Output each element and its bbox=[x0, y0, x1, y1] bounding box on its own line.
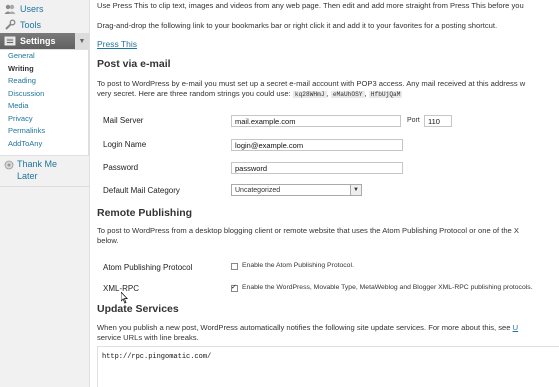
thank-me-later-icon bbox=[4, 160, 14, 170]
default-mail-category-select[interactable]: Uncategorized ▼ bbox=[231, 184, 362, 196]
update-services-heading: Update Services bbox=[97, 303, 179, 315]
menu-tools[interactable]: Tools bbox=[0, 16, 89, 33]
menu-users[interactable]: Users bbox=[0, 0, 89, 17]
post-via-email-desc-2: very secret. Here are three random strin… bbox=[97, 89, 403, 98]
submenu-item-addtoany[interactable]: AddToAny bbox=[0, 138, 88, 151]
dropdown-arrow-icon[interactable]: ▼ bbox=[350, 185, 361, 195]
users-icon bbox=[4, 3, 16, 15]
post-via-email-heading: Post via e-mail bbox=[97, 58, 171, 70]
mail-server-label: Mail Server bbox=[103, 116, 144, 125]
password-input[interactable]: password bbox=[231, 162, 403, 174]
ping-sites-textarea[interactable]: http://rpc.pingomatic.com/ bbox=[97, 346, 559, 387]
admin-sidebar: Users Tools Settings ▼ General Writing R… bbox=[0, 0, 90, 387]
remote-publishing-desc-1: To post to WordPress from a desktop blog… bbox=[97, 226, 519, 235]
ping-sites-value: http://rpc.pingomatic.com/ bbox=[102, 353, 212, 361]
remote-publishing-heading: Remote Publishing bbox=[97, 207, 193, 219]
menu-settings-label[interactable]: Settings bbox=[20, 36, 56, 46]
random-string-1: kq28WHmJ bbox=[292, 91, 327, 98]
thank-me-label-line2[interactable]: Later bbox=[17, 171, 38, 181]
update-services-link[interactable]: U bbox=[513, 323, 518, 332]
menu-users-label[interactable]: Users bbox=[20, 4, 44, 14]
settings-icon bbox=[4, 35, 16, 47]
sidebar-separator bbox=[0, 186, 89, 187]
update-services-desc-text: When you publish a new post, WordPress a… bbox=[97, 323, 511, 332]
thank-me-label-line1[interactable]: Thank Me bbox=[17, 159, 57, 169]
default-mail-category-value: Uncategorized bbox=[235, 187, 281, 194]
default-mail-category-label: Default Mail Category bbox=[103, 186, 180, 195]
update-services-desc-1: When you publish a new post, WordPress a… bbox=[97, 323, 518, 332]
submenu-item-reading[interactable]: Reading bbox=[0, 75, 88, 88]
submenu-item-discussion[interactable]: Discussion bbox=[0, 88, 88, 101]
port-label: Port bbox=[407, 117, 420, 124]
press-this-desc-1: Use Press This to clip text, images and … bbox=[97, 1, 524, 10]
xml-rpc-checkbox[interactable] bbox=[231, 283, 238, 292]
submenu-item-writing[interactable]: Writing bbox=[0, 63, 88, 76]
mouse-cursor-icon bbox=[121, 292, 129, 304]
submenu-item-privacy[interactable]: Privacy bbox=[0, 113, 88, 126]
atom-publishing-label: Atom Publishing Protocol bbox=[103, 263, 193, 272]
random-strings-intro: very secret. Here are three random strin… bbox=[97, 89, 291, 98]
menu-settings[interactable]: Settings ▼ bbox=[0, 33, 89, 49]
press-this-bookmarklet-link[interactable]: Press This bbox=[97, 39, 137, 49]
post-via-email-desc-1: To post to WordPress by e-mail you must … bbox=[97, 79, 526, 88]
port-input[interactable]: 110 bbox=[424, 115, 452, 127]
random-string-3: HfbUjQaM bbox=[368, 91, 403, 98]
atom-publishing-checkbox[interactable] bbox=[231, 263, 238, 270]
random-string-2: eMaUhOSY bbox=[330, 91, 365, 98]
password-label: Password bbox=[103, 163, 139, 172]
submenu-item-media[interactable]: Media bbox=[0, 100, 88, 113]
chevron-down-icon[interactable]: ▼ bbox=[75, 33, 89, 49]
mail-server-input[interactable]: mail.example.com bbox=[231, 115, 401, 127]
submenu-item-general[interactable]: General bbox=[0, 50, 88, 63]
settings-submenu: General Writing Reading Discussion Media… bbox=[0, 49, 89, 156]
update-services-desc-2: service URLs with line breaks. bbox=[97, 333, 199, 342]
login-name-input[interactable]: login@example.com bbox=[231, 139, 403, 151]
login-name-label: Login Name bbox=[103, 140, 147, 149]
tools-icon bbox=[4, 19, 16, 31]
atom-publishing-checkbox-label[interactable]: Enable the Atom Publishing Protocol. bbox=[242, 262, 354, 269]
press-this-desc-2: Drag-and-drop the following link to your… bbox=[97, 21, 498, 30]
submenu-item-permalinks[interactable]: Permalinks bbox=[0, 125, 88, 138]
xml-rpc-checkbox-label[interactable]: Enable the WordPress, Movable Type, Meta… bbox=[242, 284, 533, 291]
menu-tools-label[interactable]: Tools bbox=[20, 20, 41, 30]
remote-publishing-desc-2: below. bbox=[97, 236, 119, 245]
